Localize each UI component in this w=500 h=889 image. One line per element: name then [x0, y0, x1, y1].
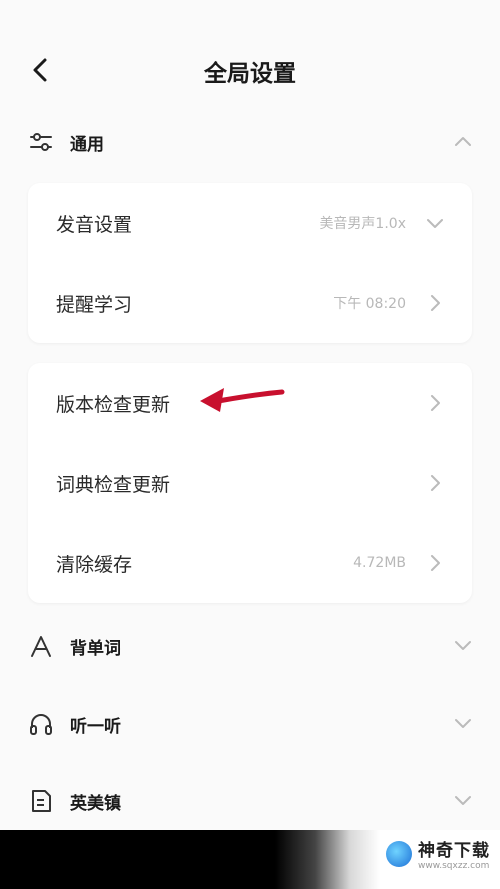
row-value: 下午 08:20: [333, 296, 406, 312]
letter-a-icon: [28, 633, 54, 659]
section-listen-label: 听一听: [70, 716, 121, 737]
section-general-label: 通用: [70, 134, 104, 155]
section-town[interactable]: 英美镇: [0, 771, 500, 831]
row-pronunciation-settings[interactable]: 发音设置 美音男声1.0x: [28, 183, 472, 263]
annotation-arrow-icon: [200, 388, 285, 412]
headphones-icon: [28, 711, 54, 737]
row-value: 美音男声1.0x: [319, 216, 406, 232]
sliders-icon: [28, 129, 54, 155]
chevron-right-icon: [424, 472, 446, 494]
watermark-url: www.sqxzz.com: [418, 861, 490, 871]
bottom-bar: 神奇下载 www.sqxzz.com: [0, 830, 500, 889]
chevron-down-icon: [452, 789, 474, 811]
chevron-down-icon: [452, 634, 474, 656]
chevron-right-icon: [424, 552, 446, 574]
document-icon: [28, 788, 54, 814]
settings-card-pronunciation: 发音设置 美音男声1.0x 提醒学习 下午 08:20: [28, 183, 472, 343]
page-title: 全局设置: [204, 61, 296, 87]
row-label: 版本检查更新: [56, 393, 171, 416]
row-label: 提醒学习: [56, 293, 133, 316]
section-vocabulary[interactable]: 背单词: [0, 616, 500, 676]
row-value: 4.72MB: [353, 555, 406, 571]
watermark: 神奇下载 www.sqxzz.com: [386, 836, 490, 871]
chevron-right-icon: [424, 292, 446, 314]
row-dictionary-update[interactable]: 词典检查更新: [28, 443, 472, 523]
chevron-right-icon: [424, 392, 446, 414]
row-label: 清除缓存: [56, 553, 133, 576]
watermark-title: 神奇下载: [418, 841, 490, 861]
watermark-logo-icon: [386, 840, 412, 867]
row-clear-cache[interactable]: 清除缓存 4.72MB: [28, 523, 472, 603]
section-listen[interactable]: 听一听: [0, 694, 500, 754]
section-town-label: 英美镇: [70, 793, 121, 814]
section-general[interactable]: 通用: [0, 112, 500, 172]
row-label: 发音设置: [56, 213, 133, 236]
row-label: 词典检查更新: [56, 473, 171, 496]
chevron-down-icon: [452, 712, 474, 734]
chevron-down-icon: [424, 212, 446, 234]
row-reminder[interactable]: 提醒学习 下午 08:20: [28, 263, 472, 343]
chevron-up-icon: [452, 130, 474, 152]
section-vocabulary-label: 背单词: [70, 638, 121, 659]
